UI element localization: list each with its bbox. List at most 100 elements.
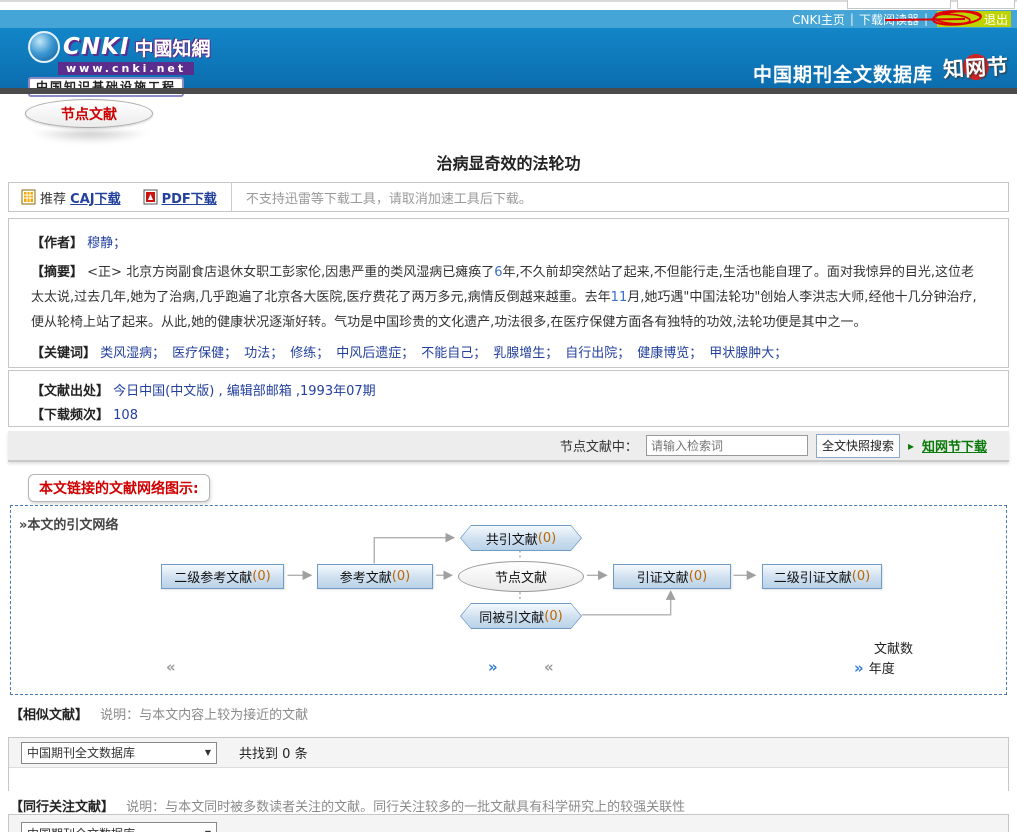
fulltext-snapshot-search-button[interactable]: 全文快照搜索: [816, 434, 900, 458]
browser-chrome-fragment: [957, 0, 1015, 9]
similar-docs-empty-list: [9, 768, 1008, 791]
green-arrow-icon: ▸: [908, 439, 914, 453]
zhiwangjie-download-link[interactable]: 知网节下载: [922, 436, 987, 455]
downloads-label: 【下载频次】: [31, 408, 109, 423]
separator: ,: [214, 384, 226, 399]
node-tab-reflection: [30, 131, 150, 144]
abstract-text: <正> 北京方岗副食店退休女职工彭家伦,因患严重的类风湿病已瘫痪了6年,不久前却…: [31, 265, 977, 330]
secondary-references-node[interactable]: 二级参考文献(0): [161, 564, 284, 589]
citation-network-diagram: »本文的引文网络 共引文献(0) 二级参考文献(0): [10, 505, 1007, 695]
abstract-label: 【摘要】: [31, 265, 83, 280]
keyword-link[interactable]: 乳腺增生；: [493, 346, 558, 361]
pdf-download-link[interactable]: PDF下载: [162, 188, 217, 207]
recommend-label: 推荐: [40, 188, 66, 207]
found-count: 0: [282, 747, 290, 762]
cnki-article-page: CNKI主页 | 下载阅读器 | 退出 CNKI 中國知網 www.cnki.n…: [0, 0, 1017, 832]
abstract-line: 【摘要】 <正> 北京方岗副食店退休女职工彭家伦,因患严重的类风湿病已瘫痪了6年…: [31, 260, 986, 335]
node-count: (0): [852, 569, 870, 584]
similar-docs-heading: 【相似文献】 说明：与本文内容上较为接近的文献: [10, 704, 308, 723]
node-count: (0): [392, 569, 410, 584]
peer-docs-heading: 【同行关注文献】 说明：与本文同时被多数读者关注的文献。同行关注较多的一批文献具…: [10, 796, 685, 815]
keywords-line: 【关键词】 类风湿病； 医疗保健； 功法； 修练； 中风后遗症； 不能自己； 乳腺增生； 自行…: [31, 343, 986, 365]
journal-link[interactable]: 今日中国(中文版): [113, 384, 214, 399]
citing-documents-node[interactable]: 引证文献(0): [613, 564, 731, 589]
search-scope-label: 节点文献中：: [560, 436, 638, 455]
co-cited-node[interactable]: 同被引文献(0): [460, 603, 582, 629]
node-count: (0): [689, 569, 707, 584]
document-count-axis-label: 文献数: [874, 638, 913, 657]
peer-docs-box: 中国期刊全文数据库 ▼: [8, 814, 1009, 832]
header-divider-bar: [0, 88, 1017, 94]
node-label: 同被引文献: [479, 607, 544, 626]
peer-docs-toolbar: 中国期刊全文数据库 ▼: [9, 815, 1008, 832]
top-utility-bar: CNKI主页 | 下载阅读器 | 退出: [0, 10, 1017, 28]
abstract-segment: 6: [494, 265, 502, 280]
issue-link[interactable]: 1993年07期: [300, 384, 376, 399]
node-document-center: 节点文献: [458, 561, 584, 592]
site-header: CNKI 中國知網 www.cnki.net 中国知识基础设施工程 中国期刊全文…: [0, 28, 1017, 88]
found-suffix: 条: [295, 747, 308, 762]
node-label: 二级引证文献: [774, 567, 852, 586]
pager-next-right-icon[interactable]: »: [854, 659, 864, 677]
downloads-count: 108: [113, 408, 138, 423]
keyword-link[interactable]: 甲状腺肿大；: [709, 346, 787, 361]
zhiwangjie-badge: 知网节: [942, 42, 1010, 91]
node-label: 二级参考文献: [174, 567, 252, 586]
keyword-link[interactable]: 功法；: [244, 346, 283, 361]
keyword-link[interactable]: 修练；: [290, 346, 329, 361]
secondary-citing-documents-node[interactable]: 二级引证文献(0): [762, 564, 882, 589]
redacted-username-highlight: 退出: [937, 11, 1011, 27]
logo-slogan-text: 中国知识基础设施工程: [28, 77, 184, 97]
author-line: 【作者】 穆静；: [31, 232, 986, 251]
source-line: 【文献出处】 今日中国(中文版) , 编辑部邮箱 ,1993年07期: [31, 380, 986, 404]
keyword-link[interactable]: 类风湿病；: [100, 346, 165, 361]
references-node[interactable]: 参考文献(0): [317, 564, 433, 589]
logo-chinese-text: 中國知網: [135, 34, 211, 61]
keyword-link[interactable]: 自行出院；: [565, 346, 630, 361]
node-document-tab: 节点文献: [25, 99, 153, 128]
found-prefix: 共找到: [239, 747, 278, 762]
pager-prev-right-icon: «: [544, 658, 554, 676]
pdf-document-icon: [143, 189, 158, 205]
peer-db-select[interactable]: 中国期刊全文数据库 ▼: [21, 822, 217, 832]
logout-link[interactable]: 退出: [984, 11, 1008, 28]
node-label: 参考文献: [340, 567, 392, 586]
node-label: 共引文献: [486, 529, 538, 548]
pager-next-left-icon[interactable]: »: [488, 658, 498, 676]
peer-docs-note: 说明：与本文同时被多数读者关注的文献。同行关注较多的一批文献具有科学研究上的较强…: [126, 800, 685, 815]
keywords-label: 【关键词】: [31, 346, 96, 361]
similar-result-count: 共找到 0 条: [239, 743, 308, 762]
similar-docs-title: 【相似文献】: [10, 708, 88, 723]
divider: [231, 183, 232, 211]
keyword-link[interactable]: 医疗保健；: [172, 346, 237, 361]
pager-prev-left-icon: «: [166, 658, 176, 676]
download-reader-link[interactable]: 下载阅读器: [859, 11, 919, 28]
caj-download-link[interactable]: CAJ下载: [70, 188, 120, 207]
separator: |: [924, 12, 928, 26]
globe-icon: [28, 31, 60, 63]
downloads-line: 【下载频次】 108: [31, 404, 986, 428]
abstract-segment: <正> 北京方岗副食店退休女职工彭家伦,因患严重的类风湿病已瘫痪了: [87, 265, 494, 280]
separator: ,: [292, 384, 300, 399]
keyword-link[interactable]: 不能自己；: [421, 346, 486, 361]
peer-docs-title: 【同行关注文献】: [10, 800, 114, 815]
browser-chrome-fragment: [847, 0, 951, 9]
node-label: 引证文献: [637, 567, 689, 586]
cnki-home-link[interactable]: CNKI主页: [792, 11, 845, 28]
article-source-box: 【文献出处】 今日中国(中文版) , 编辑部邮箱 ,1993年07期 【下载频次…: [8, 370, 1009, 427]
network-section-label: 本文链接的文献网络图示:: [28, 474, 210, 502]
caj-document-icon: [21, 189, 36, 205]
similar-db-select[interactable]: 中国期刊全文数据库 ▼: [21, 742, 217, 764]
snapshot-search-input[interactable]: [646, 435, 808, 456]
article-meta-box: 【作者】 穆静； 【摘要】 <正> 北京方岗副食店退休女职工彭家伦,因患严重的类…: [8, 218, 1009, 368]
author-link[interactable]: 穆静；: [87, 236, 126, 251]
co-citation-node[interactable]: 共引文献(0): [460, 525, 582, 551]
year-axis-label: 年度: [869, 658, 895, 677]
source-label: 【文献出处】: [31, 384, 109, 399]
node-count: (0): [544, 609, 562, 624]
keyword-link[interactable]: 健康博览；: [637, 346, 702, 361]
keywords-list: 类风湿病； 医疗保健； 功法； 修练； 中风后遗症； 不能自己； 乳腺增生； 自行出院； 健康博…: [100, 346, 794, 361]
article-title: 治病显奇效的法轮功: [0, 150, 1017, 174]
keyword-link[interactable]: 中风后遗症；: [336, 346, 414, 361]
editorial-mailbox-link[interactable]: 编辑部邮箱: [227, 384, 292, 399]
